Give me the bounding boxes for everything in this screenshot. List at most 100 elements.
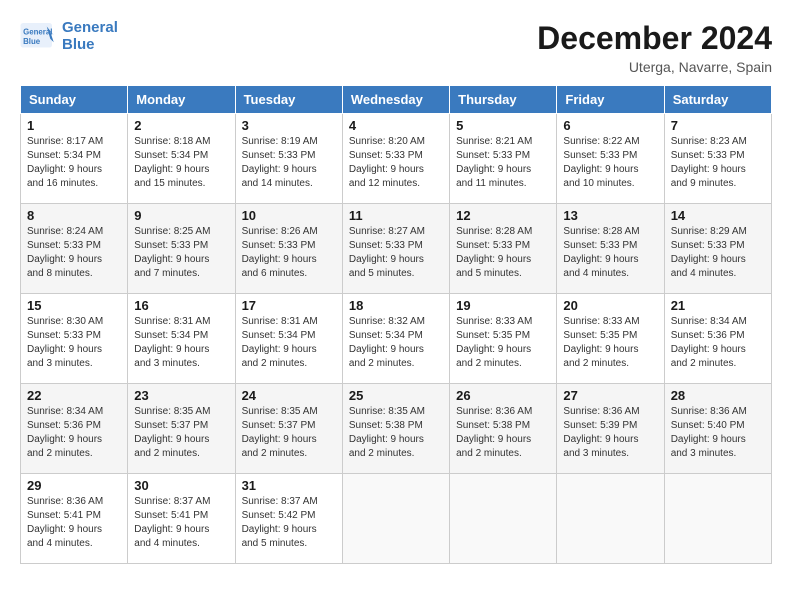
calendar-cell: [557, 474, 664, 564]
calendar-week-row: 29 Sunrise: 8:36 AM Sunset: 5:41 PM Dayli…: [21, 474, 772, 564]
calendar-cell: 7 Sunrise: 8:23 AM Sunset: 5:33 PM Daylig…: [664, 114, 771, 204]
day-number: 7: [671, 118, 765, 133]
day-info: Sunrise: 8:20 AM Sunset: 5:33 PM Dayligh…: [349, 135, 443, 191]
day-info: Sunrise: 8:30 AM Sunset: 5:33 PM Dayligh…: [27, 315, 121, 371]
calendar-cell: 18 Sunrise: 8:32 AM Sunset: 5:34 PM Dayli…: [342, 294, 449, 384]
day-info: Sunrise: 8:34 AM Sunset: 5:36 PM Dayligh…: [671, 315, 765, 371]
day-number: 16: [134, 298, 228, 313]
day-info: Sunrise: 8:36 AM Sunset: 5:41 PM Dayligh…: [27, 495, 121, 551]
day-number: 24: [242, 388, 336, 403]
calendar-week-row: 15 Sunrise: 8:30 AM Sunset: 5:33 PM Dayli…: [21, 294, 772, 384]
calendar-cell: 6Sunrise: 8:22 AM Sunset: 5:33 PM Daylig…: [557, 114, 664, 204]
weekday-header-wednesday: Wednesday: [342, 86, 449, 114]
calendar-cell: 12Sunrise: 8:28 AM Sunset: 5:33 PM Dayli…: [450, 204, 557, 294]
day-number: 10: [242, 208, 336, 223]
day-number: 18: [349, 298, 443, 313]
calendar-cell: [664, 474, 771, 564]
day-info: Sunrise: 8:27 AM Sunset: 5:33 PM Dayligh…: [349, 225, 443, 281]
day-number: 5: [456, 118, 550, 133]
day-info: Sunrise: 8:31 AM Sunset: 5:34 PM Dayligh…: [134, 315, 228, 371]
day-info: Sunrise: 8:31 AM Sunset: 5:34 PM Dayligh…: [242, 315, 336, 371]
day-info: Sunrise: 8:28 AM Sunset: 5:33 PM Dayligh…: [563, 225, 657, 281]
location-subtitle: Uterga, Navarre, Spain: [537, 59, 772, 75]
calendar-cell: 11 Sunrise: 8:27 AM Sunset: 5:33 PM Dayli…: [342, 204, 449, 294]
calendar-cell: 19 Sunrise: 8:33 AM Sunset: 5:35 PM Dayli…: [450, 294, 557, 384]
calendar-cell: 10 Sunrise: 8:26 AM Sunset: 5:33 PM Dayli…: [235, 204, 342, 294]
calendar-cell: 29 Sunrise: 8:36 AM Sunset: 5:41 PM Dayli…: [21, 474, 128, 564]
day-info: Sunrise: 8:22 AM Sunset: 5:33 PM Dayligh…: [563, 135, 657, 191]
logo: General Blue General Blue: [20, 20, 118, 53]
day-number: 25: [349, 388, 443, 403]
day-info: Sunrise: 8:19 AM Sunset: 5:33 PM Dayligh…: [242, 135, 336, 191]
day-number: 17: [242, 298, 336, 313]
day-info: Sunrise: 8:35 AM Sunset: 5:38 PM Dayligh…: [349, 405, 443, 461]
weekday-header-monday: Monday: [128, 86, 235, 114]
logo-icon: General Blue: [20, 23, 56, 51]
day-info: Sunrise: 8:33 AM Sunset: 5:35 PM Dayligh…: [456, 315, 550, 371]
day-info: Sunrise: 8:18 AM Sunset: 5:34 PM Dayligh…: [134, 135, 228, 191]
calendar-cell: 20 Sunrise: 8:33 AM Sunset: 5:35 PM Dayli…: [557, 294, 664, 384]
calendar-cell: 26 Sunrise: 8:36 AM Sunset: 5:38 PM Dayli…: [450, 384, 557, 474]
day-number: 31: [242, 478, 336, 493]
calendar-cell: 30Sunrise: 8:37 AM Sunset: 5:41 PM Dayli…: [128, 474, 235, 564]
calendar-cell: 13Sunrise: 8:28 AM Sunset: 5:33 PM Dayli…: [557, 204, 664, 294]
day-number: 11: [349, 208, 443, 223]
day-info: Sunrise: 8:35 AM Sunset: 5:37 PM Dayligh…: [134, 405, 228, 461]
calendar-cell: 17 Sunrise: 8:31 AM Sunset: 5:34 PM Dayli…: [235, 294, 342, 384]
calendar-cell: 5 Sunrise: 8:21 AM Sunset: 5:33 PM Daylig…: [450, 114, 557, 204]
day-info: Sunrise: 8:33 AM Sunset: 5:35 PM Dayligh…: [563, 315, 657, 371]
weekday-header-sunday: Sunday: [21, 86, 128, 114]
day-number: 22: [27, 388, 121, 403]
day-info: Sunrise: 8:32 AM Sunset: 5:34 PM Dayligh…: [349, 315, 443, 371]
day-number: 29: [27, 478, 121, 493]
day-info: Sunrise: 8:25 AM Sunset: 5:33 PM Dayligh…: [134, 225, 228, 281]
weekday-header-tuesday: Tuesday: [235, 86, 342, 114]
calendar-cell: [450, 474, 557, 564]
day-info: Sunrise: 8:21 AM Sunset: 5:33 PM Dayligh…: [456, 135, 550, 191]
svg-text:Blue: Blue: [23, 37, 41, 46]
day-number: 20: [563, 298, 657, 313]
calendar-cell: 28Sunrise: 8:36 AM Sunset: 5:40 PM Dayli…: [664, 384, 771, 474]
day-info: Sunrise: 8:37 AM Sunset: 5:42 PM Dayligh…: [242, 495, 336, 551]
day-info: Sunrise: 8:23 AM Sunset: 5:33 PM Dayligh…: [671, 135, 765, 191]
day-number: 15: [27, 298, 121, 313]
calendar-cell: 16 Sunrise: 8:31 AM Sunset: 5:34 PM Dayli…: [128, 294, 235, 384]
day-number: 4: [349, 118, 443, 133]
weekday-header-thursday: Thursday: [450, 86, 557, 114]
day-number: 21: [671, 298, 765, 313]
calendar-cell: 2Sunrise: 8:18 AM Sunset: 5:34 PM Daylig…: [128, 114, 235, 204]
day-number: 14: [671, 208, 765, 223]
calendar-cell: 25 Sunrise: 8:35 AM Sunset: 5:38 PM Dayli…: [342, 384, 449, 474]
day-info: Sunrise: 8:37 AM Sunset: 5:41 PM Dayligh…: [134, 495, 228, 551]
calendar-cell: 27 Sunrise: 8:36 AM Sunset: 5:39 PM Dayli…: [557, 384, 664, 474]
calendar-cell: 21 Sunrise: 8:34 AM Sunset: 5:36 PM Dayli…: [664, 294, 771, 384]
calendar-cell: 31 Sunrise: 8:37 AM Sunset: 5:42 PM Dayli…: [235, 474, 342, 564]
calendar-table: SundayMondayTuesdayWednesdayThursdayFrid…: [20, 85, 772, 564]
calendar-cell: 14Sunrise: 8:29 AM Sunset: 5:33 PM Dayli…: [664, 204, 771, 294]
day-number: 3: [242, 118, 336, 133]
day-info: Sunrise: 8:36 AM Sunset: 5:38 PM Dayligh…: [456, 405, 550, 461]
calendar-cell: 15 Sunrise: 8:30 AM Sunset: 5:33 PM Dayli…: [21, 294, 128, 384]
calendar-cell: 1 Sunrise: 8:17 AM Sunset: 5:34 PM Daylig…: [21, 114, 128, 204]
calendar-week-row: 8Sunrise: 8:24 AM Sunset: 5:33 PM Daylig…: [21, 204, 772, 294]
calendar-week-row: 1 Sunrise: 8:17 AM Sunset: 5:34 PM Daylig…: [21, 114, 772, 204]
day-number: 12: [456, 208, 550, 223]
month-year-title: December 2024: [537, 20, 772, 57]
day-info: Sunrise: 8:26 AM Sunset: 5:33 PM Dayligh…: [242, 225, 336, 281]
logo-text: General Blue: [62, 20, 118, 53]
day-info: Sunrise: 8:36 AM Sunset: 5:39 PM Dayligh…: [563, 405, 657, 461]
weekday-header-friday: Friday: [557, 86, 664, 114]
day-number: 1: [27, 118, 121, 133]
day-number: 27: [563, 388, 657, 403]
calendar-cell: 9 Sunrise: 8:25 AM Sunset: 5:33 PM Daylig…: [128, 204, 235, 294]
day-info: Sunrise: 8:17 AM Sunset: 5:34 PM Dayligh…: [27, 135, 121, 191]
weekday-header-saturday: Saturday: [664, 86, 771, 114]
day-number: 23: [134, 388, 228, 403]
day-number: 19: [456, 298, 550, 313]
calendar-cell: 4 Sunrise: 8:20 AM Sunset: 5:33 PM Daylig…: [342, 114, 449, 204]
calendar-header-row: SundayMondayTuesdayWednesdayThursdayFrid…: [21, 86, 772, 114]
calendar-cell: 24Sunrise: 8:35 AM Sunset: 5:37 PM Dayli…: [235, 384, 342, 474]
day-number: 9: [134, 208, 228, 223]
day-number: 26: [456, 388, 550, 403]
title-block: December 2024 Uterga, Navarre, Spain: [537, 20, 772, 75]
